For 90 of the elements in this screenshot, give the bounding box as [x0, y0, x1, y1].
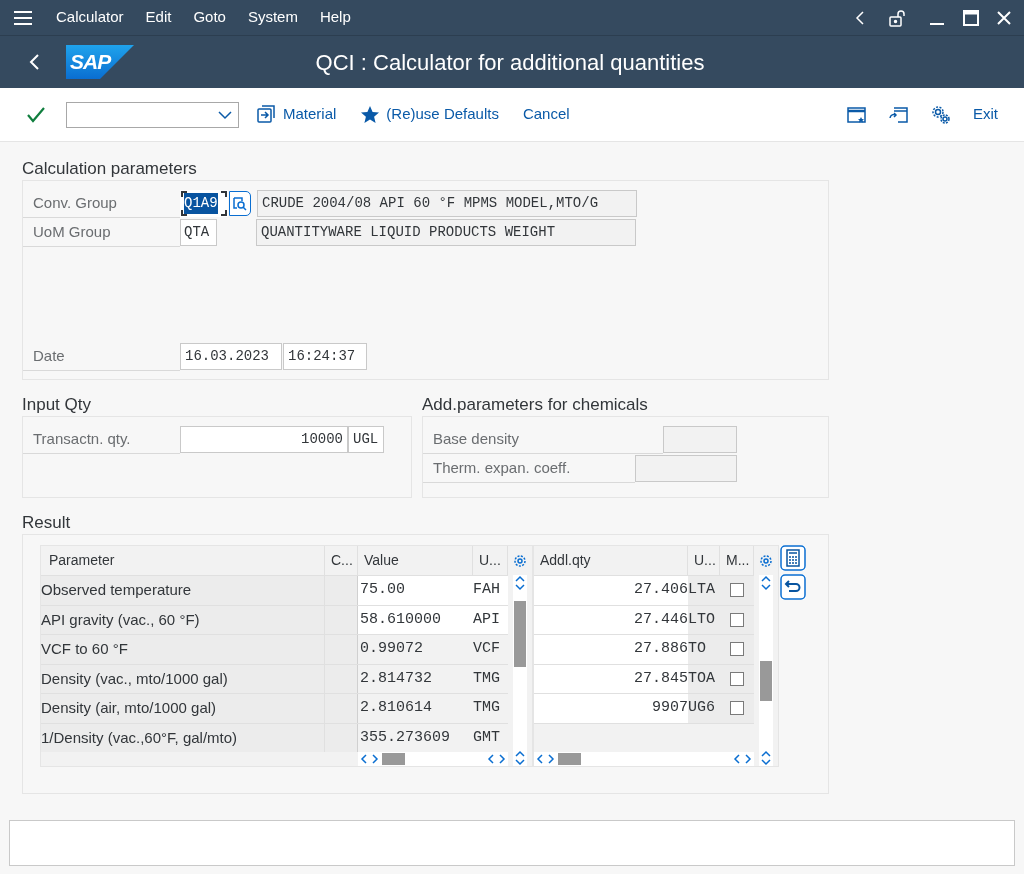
table-cell: LTO: [688, 605, 720, 634]
menu-item[interactable]: Edit: [145, 6, 172, 29]
input-field[interactable]: 58.610000: [358, 605, 473, 634]
vertical-scrollbar[interactable]: [513, 575, 527, 766]
table-cell: TO: [688, 635, 720, 664]
scroll-right-icon[interactable]: [547, 754, 555, 764]
menu-item[interactable]: System: [247, 6, 298, 29]
table-cell: API: [473, 605, 508, 634]
menu-item[interactable]: Help: [319, 6, 351, 29]
date-field[interactable]: 16.03.2023: [180, 343, 282, 370]
table-cell: UG6: [688, 694, 720, 723]
exit-button[interactable]: Exit: [973, 103, 998, 126]
scroll-right-icon[interactable]: [744, 754, 752, 764]
section-title: Calculation parameters: [22, 158, 198, 180]
scroll-left-icon[interactable]: [487, 754, 495, 764]
input-field[interactable]: 27.406: [534, 576, 688, 605]
padlock-icon[interactable]: [888, 8, 906, 27]
input-field[interactable]: 9907: [534, 694, 688, 723]
scroll-up-icon[interactable]: [761, 575, 771, 583]
input-field[interactable]: 27.446: [534, 605, 688, 634]
dropdown-icon[interactable]: [218, 109, 232, 120]
back-icon[interactable]: [28, 53, 40, 71]
scrollbar-thumb[interactable]: [558, 753, 581, 765]
checkbox[interactable]: [730, 642, 744, 657]
checkbox[interactable]: [730, 583, 744, 598]
vertical-scrollbar[interactable]: [759, 575, 773, 766]
table-cell: Observed temperature: [41, 576, 325, 605]
section-title: Result: [22, 512, 72, 534]
section-title: Add.parameters for chemicals: [422, 394, 649, 416]
table-cell: LTA: [688, 576, 720, 605]
table-cell: VCF to 60 °F: [41, 635, 325, 664]
scroll-up-icon[interactable]: [761, 750, 771, 758]
checkbox[interactable]: [730, 671, 744, 686]
star-icon: [360, 105, 381, 124]
table-cell: 1/Density (vac.,60°F, gal/mto): [41, 723, 325, 752]
table-cell: TOA: [688, 664, 720, 693]
close-icon[interactable]: [996, 9, 1012, 26]
menu-item[interactable]: Calculator: [56, 6, 124, 29]
checkbox[interactable]: [730, 612, 744, 627]
section-title: Input Qty: [22, 394, 92, 416]
input-field[interactable]: 27.845: [534, 664, 688, 693]
settings-icon[interactable]: [931, 104, 951, 125]
table-cell: Density (air, mto/1000 gal): [41, 694, 325, 723]
menu-icon[interactable]: [12, 8, 34, 27]
search-icon: [233, 196, 247, 211]
scrollbar-thumb[interactable]: [382, 753, 405, 765]
scroll-left-icon[interactable]: [360, 754, 368, 764]
material-button[interactable]: Material: [257, 103, 337, 126]
horizontal-scrollbar[interactable]: [358, 752, 508, 766]
value-help-button[interactable]: [229, 191, 251, 216]
logo: SAP: [66, 45, 134, 79]
input-field[interactable]: 27.886: [534, 635, 688, 664]
undo-icon[interactable]: [780, 574, 806, 600]
horizontal-scrollbar[interactable]: [534, 752, 754, 766]
table-cell: Density (vac., mto/1000 gal): [41, 664, 325, 693]
back-icon[interactable]: [854, 9, 866, 26]
input-field[interactable]: 75.00: [358, 576, 473, 605]
scroll-right-icon[interactable]: [371, 754, 379, 764]
input-field[interactable]: 10000: [180, 426, 348, 453]
scroll-right-icon[interactable]: [498, 754, 506, 764]
time-field[interactable]: 16:24:37: [283, 343, 367, 370]
scroll-up-icon[interactable]: [515, 750, 525, 758]
description-field: CRUDE 2004/08 API 60 °F MPMS MODEL,MTO/G: [257, 190, 637, 217]
scroll-down-icon[interactable]: [515, 583, 525, 591]
scrollbar-thumb[interactable]: [760, 661, 772, 701]
scrollbar-thumb[interactable]: [514, 601, 526, 667]
scroll-left-icon[interactable]: [536, 754, 544, 764]
input-field[interactable]: QTA: [180, 219, 217, 246]
defaults-button[interactable]: (Re)use Defaults: [360, 103, 499, 126]
checkmark-icon[interactable]: [26, 105, 46, 124]
cancel-button[interactable]: Cancel: [522, 103, 570, 126]
scroll-up-icon[interactable]: [515, 575, 525, 583]
scroll-down-icon[interactable]: [761, 583, 771, 591]
menu-item[interactable]: Goto: [193, 6, 226, 29]
field-label: Base density: [423, 425, 663, 454]
table-cell: API gravity (vac., 60 °F): [41, 605, 325, 634]
window-arrow-icon[interactable]: [889, 105, 909, 124]
calculator-icon[interactable]: [780, 545, 806, 571]
input-field[interactable]: Q1A9: [180, 190, 228, 217]
command-field[interactable]: [66, 101, 239, 128]
transfer-icon: [257, 105, 277, 124]
description-field: QUANTITYWARE LIQUID PRODUCTS WEIGHT: [256, 219, 636, 246]
checkbox[interactable]: [730, 701, 744, 716]
scroll-down-icon[interactable]: [515, 758, 525, 766]
unit-field[interactable]: UGL: [348, 426, 384, 453]
table-cell: FAH: [473, 576, 508, 605]
maximize-icon[interactable]: [962, 8, 980, 27]
scroll-down-icon[interactable]: [761, 758, 771, 766]
scroll-left-icon[interactable]: [733, 754, 741, 764]
window-title: QCI : Calculator for additional quantities: [314, 48, 706, 77]
